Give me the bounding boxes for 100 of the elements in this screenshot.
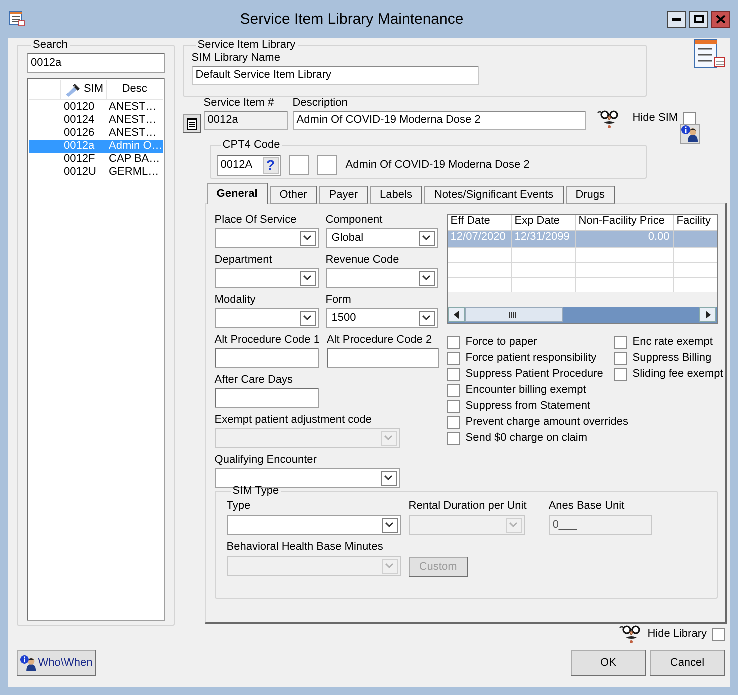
tab[interactable]: Drugs <box>566 186 616 204</box>
tab[interactable]: Other <box>270 186 318 204</box>
ok-button[interactable]: OK <box>571 650 646 676</box>
field-label: Description <box>292 97 349 110</box>
input-field[interactable]: Default Service Item Library <box>192 66 479 85</box>
close-button[interactable] <box>711 10 730 28</box>
app-icon <box>9 11 25 27</box>
field-label: Place Of Service <box>214 214 298 228</box>
group-label: SIM Type <box>232 485 280 498</box>
tab[interactable]: Payer <box>319 186 368 204</box>
dropdown[interactable] <box>226 515 401 535</box>
input-field[interactable]: 0012A ? <box>216 154 281 176</box>
checkbox[interactable] <box>446 336 460 348</box>
checkbox[interactable] <box>614 352 627 364</box>
checkbox-label: Encounter billing exempt <box>466 384 586 396</box>
chevron-down-icon <box>384 435 394 441</box>
list-cell-text: ANEST… <box>108 114 158 127</box>
dropdown[interactable]: Global <box>326 228 438 248</box>
dropdown[interactable] <box>214 308 319 328</box>
tab[interactable]: General <box>206 183 268 204</box>
list-cell-text: 00120 <box>63 101 96 114</box>
field-label: SIM Library Name <box>192 52 282 65</box>
list-row[interactable]: 0012U GERML… <box>29 166 163 179</box>
dropdown[interactable]: 1500 <box>326 308 438 328</box>
group-label: Service Item Library <box>196 39 297 52</box>
checkbox[interactable] <box>446 432 460 444</box>
checkbox-label: Force to paper <box>466 336 538 348</box>
checkbox[interactable] <box>446 384 460 396</box>
window-title: Service Item Library Maintenance <box>239 13 465 26</box>
group-label: CPT4 Code <box>222 139 282 152</box>
disguise-glasses-icon <box>596 109 621 129</box>
checkbox-label: Enc rate exempt <box>632 336 713 348</box>
field-label: Alt Procedure Code 2 <box>326 334 434 348</box>
chevron-down-icon <box>422 275 432 281</box>
list-cell-text: 0012F <box>63 153 96 166</box>
checkbox-label: Suppress Billing <box>632 352 712 364</box>
checkbox[interactable] <box>614 336 627 348</box>
calendar-list-icon <box>692 37 726 71</box>
chevron-down-icon <box>422 315 432 321</box>
maximize-button[interactable] <box>689 10 708 28</box>
dropdown[interactable] <box>214 468 400 488</box>
input-field[interactable] <box>214 348 319 368</box>
input-field[interactable] <box>288 155 309 175</box>
chevron-down-icon <box>422 235 432 241</box>
chevron-down-icon <box>384 475 394 481</box>
field-label: Exempt patient adjustment code <box>214 414 373 428</box>
list-row[interactable]: 00120 ANEST… <box>29 101 163 114</box>
minimize-button[interactable] <box>667 10 686 28</box>
field-label: Service Item # <box>204 97 276 110</box>
field-label: Behavioral Health Base Minutes <box>226 541 384 555</box>
column-header[interactable]: SIM <box>61 80 107 99</box>
checkbox-label: Force patient responsibility <box>466 352 597 364</box>
list-row[interactable]: 00126 ANEST… <box>29 127 163 140</box>
group-label: Search <box>32 39 69 52</box>
notes-button[interactable] <box>182 114 201 133</box>
checkbox[interactable] <box>446 400 460 412</box>
input-field[interactable] <box>316 155 337 175</box>
checkbox[interactable] <box>446 416 460 428</box>
column-header[interactable]: Desc <box>107 80 163 99</box>
field-label: Rental Duration per Unit <box>408 500 527 514</box>
checkbox[interactable] <box>683 112 696 125</box>
checkbox[interactable] <box>446 352 460 364</box>
help-button[interactable]: ? <box>262 156 279 174</box>
input-field[interactable] <box>214 388 319 408</box>
input-field[interactable] <box>326 348 439 368</box>
info-person-icon <box>680 124 700 144</box>
info-person-icon <box>20 654 38 672</box>
who-when-button[interactable]: Who\When <box>17 650 96 676</box>
field-label: After Care Days <box>214 374 294 388</box>
list-cell-text: 00126 <box>63 127 96 140</box>
cancel-button[interactable]: Cancel <box>650 650 725 676</box>
checkbox[interactable] <box>712 628 725 640</box>
list-cell-text: GERML… <box>108 166 160 179</box>
input-field[interactable]: Admin Of COVID-19 Moderna Dose 2 <box>292 111 586 130</box>
field-label: Type <box>226 500 252 514</box>
checkbox[interactable] <box>446 368 460 380</box>
field-label: Modality <box>214 294 257 308</box>
chevron-down-icon <box>509 522 518 528</box>
field-label: Form <box>326 294 352 308</box>
list-cell-text: 0012a <box>63 140 96 153</box>
dropdown[interactable] <box>214 228 319 248</box>
tab[interactable]: Labels <box>370 186 422 204</box>
dropdown[interactable] <box>326 268 438 288</box>
input-field[interactable]: 0012a <box>204 111 288 130</box>
flashlight-icon <box>65 82 81 96</box>
list-row[interactable]: 0012F CAP BA… <box>29 153 163 166</box>
list-row[interactable]: 00124 ANEST… <box>29 114 163 127</box>
checkbox-label: Hide Library <box>648 628 707 640</box>
chevron-down-icon <box>385 563 394 569</box>
checkbox-label: Hide SIM <box>632 112 678 125</box>
list-cell-text: ANEST… <box>108 101 158 114</box>
checkbox-label: Sliding fee exempt <box>632 368 724 380</box>
search-field[interactable]: 0012a <box>27 53 165 73</box>
checkbox[interactable] <box>614 368 627 380</box>
field-label: Alt Procedure Code 1 <box>214 334 320 348</box>
close-icon <box>716 14 726 24</box>
field-label: Component <box>326 214 384 228</box>
field-label: Qualifying Encounter <box>214 454 318 468</box>
tab[interactable]: Notes/Significant Events <box>424 186 564 204</box>
dropdown[interactable] <box>214 268 319 288</box>
